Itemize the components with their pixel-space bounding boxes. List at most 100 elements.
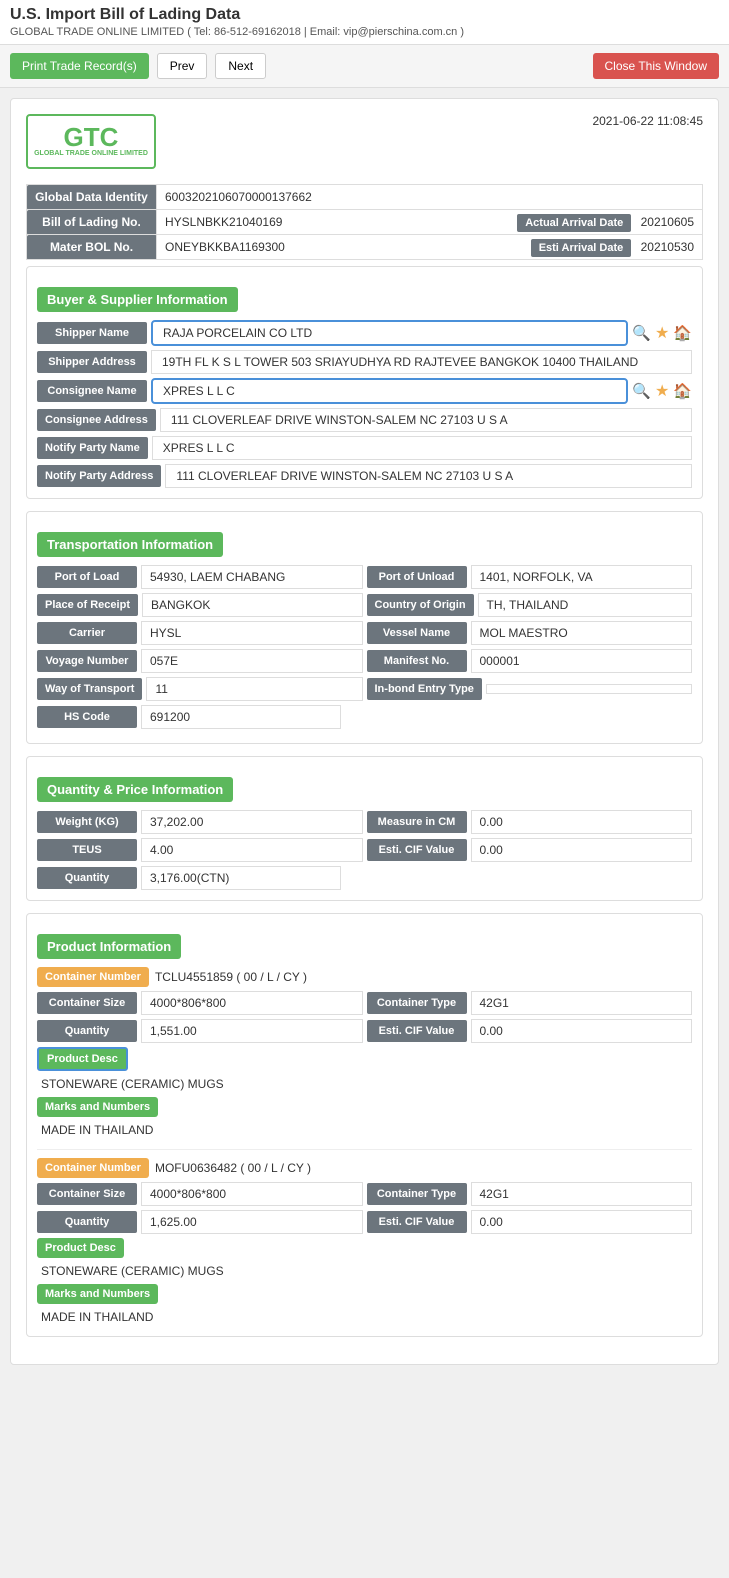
country-origin-field: Country of Origin TH, THAILAND [367, 593, 693, 617]
country-origin-value: TH, THAILAND [478, 593, 692, 617]
container1-marks-label: Marks and Numbers [37, 1097, 158, 1117]
container2-type-value: 42G1 [471, 1182, 693, 1206]
voyage-number-value: 057E [141, 649, 363, 673]
consignee-home-icon[interactable]: 🏠 [673, 382, 692, 400]
prev-button[interactable]: Prev [157, 53, 208, 79]
main-content: GTC GLOBAL TRADE ONLINE LIMITED 2021-06-… [10, 98, 719, 1365]
container2-cif-field: Esti. CIF Value 0.00 [367, 1210, 693, 1234]
buyer-supplier-section: Buyer & Supplier Information Shipper Nam… [26, 266, 703, 499]
hs-code-label: HS Code [37, 706, 137, 728]
container2-cif-value: 0.00 [471, 1210, 693, 1234]
bol-value: HYSLNBKK21040169 Actual Arrival Date 202… [157, 210, 703, 235]
hs-code-row: HS Code 691200 [37, 705, 692, 729]
container2-size-value: 4000*806*800 [141, 1182, 363, 1206]
carrier-field: Carrier HYSL [37, 621, 363, 645]
consignee-address-label: Consignee Address [37, 409, 156, 431]
container1-size-label: Container Size [37, 992, 137, 1014]
master-bol-value: ONEYBKKBA1169300 Esti Arrival Date 20210… [157, 235, 703, 260]
consignee-star-icon[interactable]: ★ [655, 381, 669, 401]
container1-qty-field: Quantity 1,551.00 [37, 1019, 363, 1043]
container1-marks-value: MADE IN THAILAND [37, 1121, 692, 1139]
qp-row-1: Weight (KG) 37,202.00 Measure in CM 0.00 [37, 810, 692, 834]
quantity-price-section: Quantity & Price Information Weight (KG)… [26, 756, 703, 901]
container1-cif-value: 0.00 [471, 1019, 693, 1043]
bol-value-text: HYSLNBKK21040169 [165, 215, 282, 229]
manifest-no-field: Manifest No. 000001 [367, 649, 693, 673]
esti-cif-field: Esti. CIF Value 0.00 [367, 838, 693, 862]
consignee-address-value: 111 CLOVERLEAF DRIVE WINSTON-SALEM NC 27… [160, 408, 692, 432]
container1-number-value: TCLU4551859 ( 00 / L / CY ) [155, 970, 307, 984]
buyer-supplier-title: Buyer & Supplier Information [37, 287, 238, 312]
container2-cif-label: Esti. CIF Value [367, 1211, 467, 1233]
container2-size-label: Container Size [37, 1183, 137, 1205]
measure-field: Measure in CM 0.00 [367, 810, 693, 834]
notify-party-address-label: Notify Party Address [37, 465, 161, 487]
global-id-table: Global Data Identity 6003202106070000137… [26, 184, 703, 260]
weight-label: Weight (KG) [37, 811, 137, 833]
star-icon[interactable]: ★ [655, 323, 669, 343]
port-unload-label: Port of Unload [367, 566, 467, 588]
logo-gto-text: GTC [34, 124, 148, 150]
shipper-address-value: 19TH FL K S L TOWER 503 SRIAYUDHYA RD RA… [151, 350, 692, 374]
inbond-entry-field: In-bond Entry Type [367, 677, 693, 701]
transport-row-2: Place of Receipt BANGKOK Country of Orig… [37, 593, 692, 617]
container2-qty-field: Quantity 1,625.00 [37, 1210, 363, 1234]
notify-party-name-value: XPRES L L C [152, 436, 692, 460]
container2-size-field: Container Size 4000*806*800 [37, 1182, 363, 1206]
qp-quantity-label: Quantity [37, 867, 137, 889]
voyage-number-field: Voyage Number 057E [37, 649, 363, 673]
esti-cif-value: 0.00 [471, 838, 693, 862]
container2-number-label: Container Number [37, 1158, 149, 1178]
carrier-value: HYSL [141, 621, 363, 645]
container1-type-label: Container Type [367, 992, 467, 1014]
container2-qty-row: Quantity 1,625.00 Esti. CIF Value 0.00 [37, 1210, 692, 1234]
measure-value: 0.00 [471, 810, 693, 834]
print-button[interactable]: Print Trade Record(s) [10, 53, 149, 79]
notify-party-address-row: Notify Party Address 111 CLOVERLEAF DRIV… [37, 464, 692, 488]
logo-sub-text: GLOBAL TRADE ONLINE LIMITED [34, 150, 148, 158]
container1-qty-row: Quantity 1,551.00 Esti. CIF Value 0.00 [37, 1019, 692, 1043]
global-id-label: Global Data Identity [27, 185, 157, 210]
way-transport-field: Way of Transport 11 [37, 677, 363, 701]
container1-product-desc-label: Product Desc [37, 1047, 128, 1071]
shipper-address-label: Shipper Address [37, 351, 147, 373]
container-1: Container Number TCLU4551859 ( 00 / L / … [37, 967, 692, 1139]
qp-quantity-value: 3,176.00(CTN) [141, 866, 341, 890]
logo: GTC GLOBAL TRADE ONLINE LIMITED [26, 114, 156, 169]
container2-number-row: Container Number MOFU0636482 ( 00 / L / … [37, 1158, 692, 1178]
shipper-name-label: Shipper Name [37, 322, 147, 344]
container1-type-value: 42G1 [471, 991, 693, 1015]
manifest-no-value: 000001 [471, 649, 693, 673]
search-icon[interactable]: 🔍 [632, 324, 651, 342]
teus-label: TEUS [37, 839, 137, 861]
inbond-entry-label: In-bond Entry Type [367, 678, 482, 700]
consignee-name-row: Consignee Name XPRES L L C 🔍 ★ 🏠 [37, 378, 692, 404]
container2-number-value: MOFU0636482 ( 00 / L / CY ) [155, 1161, 311, 1175]
port-load-field: Port of Load 54930, LAEM CHABANG [37, 565, 363, 589]
inbond-entry-value [486, 684, 692, 694]
esti-arrival-label: Esti Arrival Date [531, 239, 632, 257]
container1-type-field: Container Type 42G1 [367, 991, 693, 1015]
container2-product-desc-row: Product Desc [37, 1238, 692, 1258]
master-bol-value-text: ONEYBKKBA1169300 [165, 240, 285, 254]
container1-marks-label-row: Marks and Numbers [37, 1097, 692, 1117]
bol-label: Bill of Lading No. [27, 210, 157, 235]
container-2: Container Number MOFU0636482 ( 00 / L / … [37, 1158, 692, 1326]
page-title: U.S. Import Bill of Lading Data [10, 6, 719, 24]
header-row: GTC GLOBAL TRADE ONLINE LIMITED 2021-06-… [26, 114, 703, 169]
shipper-name-row: Shipper Name RAJA PORCELAIN CO LTD 🔍 ★ 🏠 [37, 320, 692, 346]
container1-size-row: Container Size 4000*806*800 Container Ty… [37, 991, 692, 1015]
top-bar: U.S. Import Bill of Lading Data GLOBAL T… [0, 0, 729, 45]
teus-value: 4.00 [141, 838, 363, 862]
container2-marks-label-row: Marks and Numbers [37, 1284, 692, 1304]
consignee-search-icon[interactable]: 🔍 [632, 382, 651, 400]
transport-row-3: Carrier HYSL Vessel Name MOL MAESTRO [37, 621, 692, 645]
product-info-title: Product Information [37, 934, 181, 959]
transport-row-4: Voyage Number 057E Manifest No. 000001 [37, 649, 692, 673]
hs-code-value: 691200 [141, 705, 341, 729]
close-button[interactable]: Close This Window [593, 53, 719, 79]
container1-cif-label: Esti. CIF Value [367, 1020, 467, 1042]
home-icon[interactable]: 🏠 [673, 324, 692, 342]
container2-marks-value: MADE IN THAILAND [37, 1308, 692, 1326]
next-button[interactable]: Next [215, 53, 266, 79]
